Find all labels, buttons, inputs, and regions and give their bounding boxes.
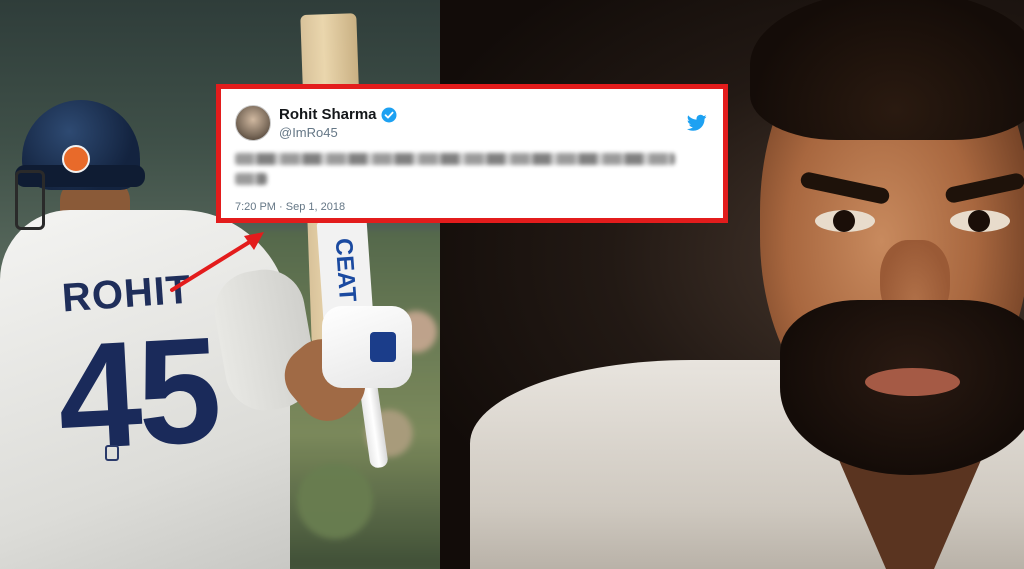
helmet-grill: [15, 170, 45, 230]
portrait-left-iris: [833, 210, 855, 232]
author-name-row: Rohit Sharma: [279, 106, 397, 123]
twitter-bird-icon[interactable]: [687, 114, 707, 132]
author-display-name[interactable]: Rohit Sharma: [279, 106, 377, 123]
tweet-text-blurred: [235, 153, 707, 197]
jersey-number: 45: [53, 304, 222, 482]
author-handle[interactable]: @ImRo45: [279, 125, 397, 140]
tweet-card[interactable]: Rohit Sharma @ImRo45 7:20 PM · Sep 1, 20…: [216, 84, 728, 223]
verified-badge-icon: [381, 107, 397, 122]
blurred-text-line: [235, 153, 675, 165]
batting-glove: [322, 306, 412, 388]
jersey-logo-icon: [105, 445, 119, 461]
blurred-text-line: [235, 173, 267, 185]
red-arrow-icon: [170, 232, 264, 292]
bat-brand-text: CEAT: [329, 237, 362, 303]
tweet-timestamp[interactable]: 7:20 PM · Sep 1, 2018: [235, 201, 707, 213]
tweet-header: Rohit Sharma @ImRo45: [235, 103, 707, 143]
avatar[interactable]: [235, 105, 271, 141]
glove-logo: [370, 332, 396, 362]
portrait-lips: [865, 368, 960, 396]
portrait-hair: [750, 0, 1024, 140]
portrait-right-iris: [968, 210, 990, 232]
thumbnail-canvas: CEAT ROHIT 45 Rohit Sharma @ImRo45 7:20 …: [0, 0, 1024, 569]
tweet-author: Rohit Sharma @ImRo45: [279, 106, 397, 140]
helmet-badge-icon: [62, 145, 90, 173]
